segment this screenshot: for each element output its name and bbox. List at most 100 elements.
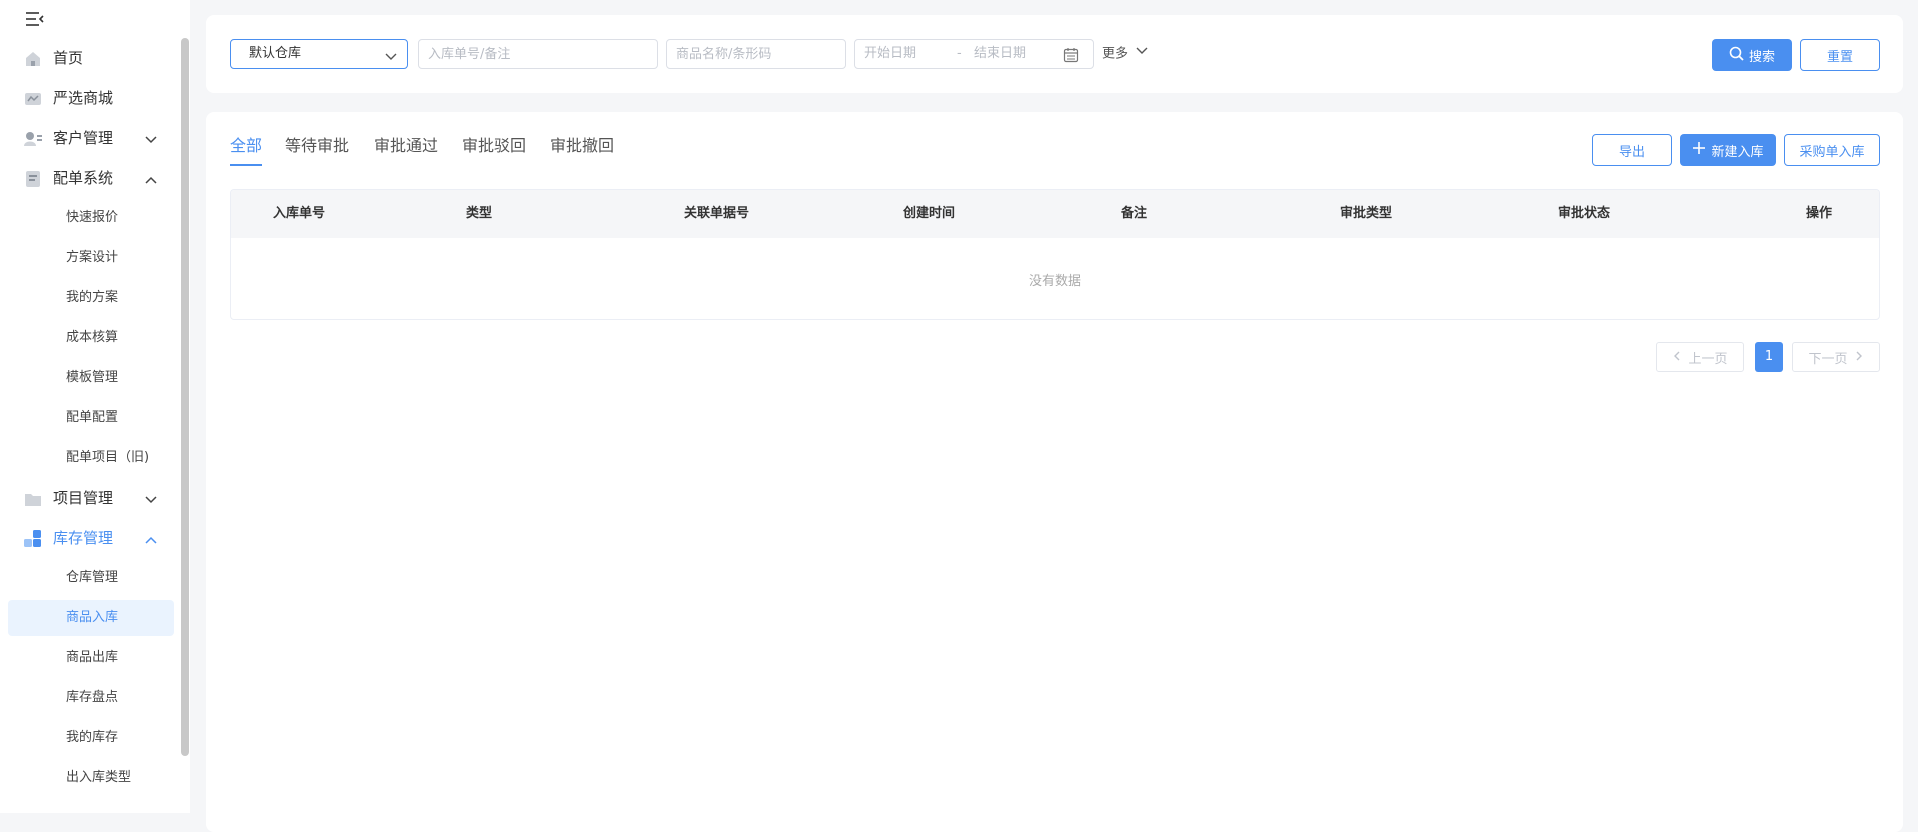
tab-rejected[interactable]: 审批驳回: [462, 132, 526, 166]
sidebar-subitem-stocktaking[interactable]: 库存盘点: [8, 680, 174, 716]
sidebar-item-inventory[interactable]: 库存管理: [0, 520, 178, 556]
sidebar-subitem-label: 商品入库: [66, 610, 119, 625]
sidebar-subitem-label: 方案设计: [66, 250, 119, 265]
plus-icon: [1692, 141, 1706, 159]
warehouse-select[interactable]: 默认仓库: [230, 39, 408, 69]
sidebar-subitem-template-management[interactable]: 模板管理: [8, 360, 174, 396]
chevron-up-icon: [144, 172, 158, 186]
sidebar-subitem-product-inbound[interactable]: 商品入库: [8, 600, 174, 636]
date-separator: -: [957, 46, 962, 61]
sidebar-item-mall[interactable]: 严选商城: [0, 80, 178, 116]
sidebar-item-label: 首页: [53, 49, 84, 67]
sidebar-subitem-label: 成本核算: [66, 330, 119, 345]
more-filters-label: 更多: [1102, 46, 1129, 62]
next-page-label: 下一页: [1808, 351, 1848, 367]
sidebar-subitem-plan-design[interactable]: 方案设计: [8, 240, 174, 276]
empty-state-text: 没有数据: [1028, 274, 1081, 289]
document-icon: [24, 170, 42, 188]
prev-page-button[interactable]: 上一页: [1656, 342, 1744, 372]
column-header: 审批类型: [1340, 206, 1393, 221]
sidebar-subitem-label: 商品出库: [66, 650, 119, 665]
sidebar-subitem-order-config[interactable]: 配单配置: [8, 400, 174, 436]
date-range-picker[interactable]: 开始日期 - 结束日期: [854, 39, 1094, 69]
sidebar-item-customer[interactable]: 客户管理: [0, 120, 178, 156]
sidebar-subitem-label: 我的库存: [66, 730, 119, 745]
table-header: 入库单号 类型 关联单据号 创建时间 备注 审批类型 审批状态 操作: [231, 190, 1879, 238]
sidebar-subitem-cost-accounting[interactable]: 成本核算: [8, 320, 174, 356]
sidebar-item-order-system[interactable]: 配单系统: [0, 160, 178, 196]
reset-button-label: 重置: [1826, 49, 1853, 65]
end-date-placeholder[interactable]: 结束日期: [974, 40, 1026, 68]
tab-withdrawn[interactable]: 审批撤回: [550, 132, 614, 166]
new-inbound-button-label: 新建入库: [1711, 144, 1764, 160]
menu-collapse-icon[interactable]: [24, 8, 46, 30]
sidebar-subitem-quick-quote[interactable]: 快速报价: [8, 200, 174, 236]
sidebar-subitem-label: 模板管理: [66, 370, 119, 385]
more-filters-toggle[interactable]: 更多: [1102, 39, 1148, 69]
sidebar-item-label: 配单系统: [53, 169, 114, 187]
next-page-button[interactable]: 下一页: [1792, 342, 1880, 372]
column-header: 关联单据号: [684, 206, 750, 221]
tab-all[interactable]: 全部: [230, 132, 263, 166]
sidebar-subitem-label: 配单配置: [66, 410, 119, 425]
sidebar-subitem-label: 配单项目（旧): [66, 450, 150, 465]
chevron-down-icon: [144, 132, 158, 146]
product-input-wrap: [666, 39, 846, 69]
folder-icon: [24, 490, 42, 508]
inbound-number-input-wrap: [418, 39, 658, 69]
sidebar-scrollbar[interactable]: [181, 38, 189, 756]
sidebar-subitem-label: 出入库类型: [66, 770, 132, 785]
sidebar-subitem-my-plans[interactable]: 我的方案: [8, 280, 174, 316]
column-header: 操作: [1806, 206, 1833, 221]
sidebar-item-home[interactable]: 首页: [0, 40, 178, 76]
export-button[interactable]: 导出: [1592, 134, 1672, 166]
sidebar-item-label: 库存管理: [53, 529, 114, 547]
column-header: 入库单号: [273, 206, 326, 221]
sidebar-subitem-label: 我的方案: [66, 290, 119, 305]
chevron-down-icon: [1136, 39, 1148, 69]
purchase-inbound-button-label: 采购单入库: [1799, 144, 1865, 160]
inbound-number-input[interactable]: [419, 40, 657, 68]
sidebar-subitem-inout-types[interactable]: 出入库类型: [8, 760, 174, 796]
start-date-placeholder[interactable]: 开始日期: [864, 40, 916, 68]
mall-icon: [24, 90, 42, 108]
warehouse-select-value: 默认仓库: [249, 46, 302, 61]
sidebar-item-project[interactable]: 项目管理: [0, 480, 178, 516]
sidebar-subitem-my-inventory[interactable]: 我的库存: [8, 720, 174, 756]
new-inbound-button[interactable]: 新建入库: [1680, 134, 1776, 166]
column-header: 备注: [1121, 206, 1148, 221]
inbound-table: 入库单号 类型 关联单据号 创建时间 备注 审批类型 审批状态 操作 没有数据: [230, 189, 1880, 320]
sidebar-subitem-label: 仓库管理: [66, 570, 119, 585]
column-header: 审批状态: [1558, 206, 1611, 221]
chevron-right-icon: [1854, 350, 1864, 365]
tab-approved[interactable]: 审批通过: [374, 132, 438, 166]
product-search-input[interactable]: [667, 40, 845, 68]
tab-pending[interactable]: 等待审批: [285, 132, 349, 166]
reset-button[interactable]: 重置: [1800, 39, 1880, 71]
sidebar-item-label: 严选商城: [53, 89, 114, 107]
home-icon: [24, 50, 42, 68]
search-icon: [1729, 46, 1744, 65]
sidebar-subitem-order-project-old[interactable]: 配单项目（旧): [8, 440, 174, 476]
page-number-current[interactable]: 1: [1755, 342, 1783, 372]
sidebar-subitem-label: 库存盘点: [66, 690, 119, 705]
calendar-icon[interactable]: [1063, 47, 1079, 67]
chevron-down-icon: [144, 492, 158, 506]
chevron-left-icon: [1672, 350, 1682, 365]
sidebar-subitem-label: 快速报价: [66, 210, 119, 225]
sidebar-subitem-product-outbound[interactable]: 商品出库: [8, 640, 174, 676]
column-header: 类型: [466, 206, 493, 221]
inventory-icon: [24, 530, 42, 548]
export-button-label: 导出: [1618, 144, 1645, 160]
column-header: 创建时间: [903, 206, 956, 221]
sidebar: 首页 严选商城 客户管理 配单系统 快速报价 方案设计 我的方案 成本核算 模板…: [0, 0, 190, 813]
chevron-up-icon: [144, 532, 158, 546]
prev-page-label: 上一页: [1688, 351, 1728, 367]
search-button[interactable]: 搜索: [1712, 39, 1792, 71]
customer-icon: [24, 130, 42, 148]
purchase-inbound-button[interactable]: 采购单入库: [1784, 134, 1880, 166]
sidebar-subitem-warehouse[interactable]: 仓库管理: [8, 560, 174, 596]
search-button-label: 搜索: [1748, 49, 1775, 65]
sidebar-item-label: 客户管理: [53, 129, 114, 147]
chevron-down-icon: [385, 48, 397, 60]
